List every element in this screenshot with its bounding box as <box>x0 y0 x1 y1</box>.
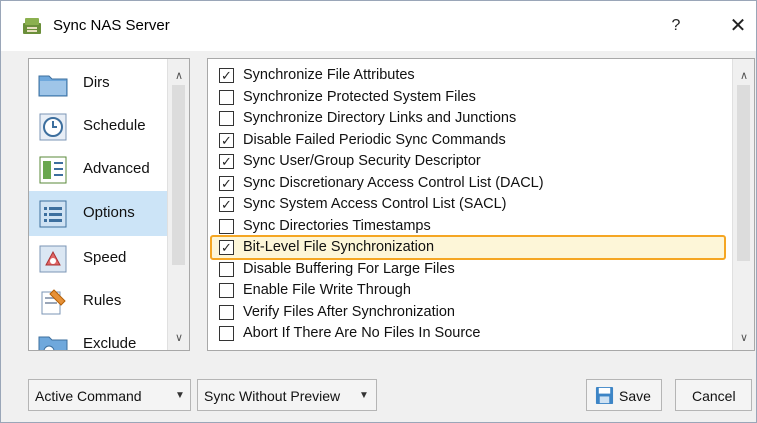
option-label: Synchronize File Attributes <box>243 67 415 83</box>
title-bar: Sync NAS Server ? ✕ <box>1 1 756 51</box>
option-row[interactable]: Verify Files After Synchronization <box>211 302 723 323</box>
scroll-thumb[interactable] <box>737 85 750 261</box>
rules-icon <box>41 289 66 315</box>
options-scrollbar[interactable]: ∧ ∨ <box>732 59 754 350</box>
option-label: Enable File Write Through <box>243 282 411 298</box>
save-button-label: Save <box>619 388 651 404</box>
dropdown-label: Sync Without Preview <box>204 388 341 404</box>
close-button[interactable]: ✕ <box>723 11 753 41</box>
exclude-icon <box>38 336 68 350</box>
option-checkbox[interactable]: ✓ <box>219 197 234 212</box>
option-label: Verify Files After Synchronization <box>243 303 455 320</box>
option-row[interactable]: ✓ Sync Discretionary Access Control List … <box>211 173 723 194</box>
folder-icon <box>38 75 68 97</box>
window-title: Sync NAS Server <box>53 17 170 34</box>
options-checklist[interactable]: ✓ Synchronize File Attributes Synchronize … <box>207 58 755 351</box>
option-label: Disable Buffering For Large Files <box>243 260 455 277</box>
sidebar-item-label: Exclude <box>83 335 137 351</box>
sidebar-item-label: Rules <box>83 292 122 309</box>
cancel-button[interactable]: Cancel <box>675 379 752 411</box>
option-checkbox[interactable] <box>219 89 234 105</box>
option-label: Sync Directories Timestamps <box>243 217 431 234</box>
sidebar-item-options[interactable]: Options <box>29 191 167 236</box>
bottom-toolbar: Active Command ▼ Sync Without Preview ▼ … <box>1 364 756 422</box>
sidebar-item-speed[interactable]: Speed <box>29 237 167 280</box>
option-row[interactable]: Synchronize Directory Links and Junction… <box>211 108 723 129</box>
option-label: Sync User/Group Security Descriptor <box>243 153 481 169</box>
option-checkbox[interactable] <box>219 283 234 298</box>
save-button[interactable]: Save <box>586 379 662 411</box>
chevron-down-icon: ▼ <box>359 390 369 401</box>
option-row[interactable]: ✓ Disable Failed Periodic Sync Commands <box>211 130 723 151</box>
option-label: Abort If There Are No Files In Source <box>243 325 481 341</box>
option-label: Sync System Access Control List (SACL) <box>243 196 507 212</box>
option-label: Sync Discretionary Access Control List (… <box>243 174 544 191</box>
floppy-disk-icon <box>595 386 614 405</box>
option-row[interactable]: ✓ Sync System Access Control List (SACL) <box>211 194 723 215</box>
option-row[interactable]: ✓ Synchronize File Attributes <box>211 65 723 86</box>
option-checkbox[interactable]: ✓ <box>219 154 234 169</box>
option-label: Disable Failed Periodic Sync Commands <box>243 131 506 148</box>
sync-preview-dropdown[interactable]: Sync Without Preview ▼ <box>197 379 377 411</box>
sidebar-item-exclude[interactable]: Exclude <box>29 323 167 351</box>
option-row[interactable]: ✓ Sync User/Group Security Descriptor <box>211 151 723 172</box>
option-row[interactable]: Synchronize Protected System Files <box>211 87 723 108</box>
dropdown-label: Active Command <box>35 388 142 404</box>
sidebar-item-label: Schedule <box>83 117 146 134</box>
option-row[interactable]: ✓ Bit-Level File Synchronization <box>210 235 726 260</box>
clock-icon <box>39 113 67 141</box>
option-label: Synchronize Protected System Files <box>243 88 476 105</box>
option-checkbox[interactable]: ✓ <box>219 240 234 255</box>
option-checkbox[interactable]: ✓ <box>219 132 234 148</box>
scroll-up-icon[interactable]: ∧ <box>733 65 754 87</box>
scroll-up-icon[interactable]: ∧ <box>168 65 189 87</box>
option-row[interactable]: Sync Directories Timestamps <box>211 216 723 237</box>
scroll-down-icon[interactable]: ∨ <box>168 327 189 349</box>
option-label: Synchronize Directory Links and Junction… <box>243 110 517 126</box>
option-row[interactable]: Disable Buffering For Large Files <box>211 259 723 280</box>
option-row[interactable]: Abort If There Are No Files In Source <box>211 323 723 344</box>
option-checkbox[interactable] <box>219 111 234 126</box>
active-command-dropdown[interactable]: Active Command ▼ <box>28 379 191 411</box>
option-checkbox[interactable] <box>219 326 234 341</box>
scroll-down-icon[interactable]: ∨ <box>733 327 754 349</box>
sidebar-item-dirs[interactable]: Dirs <box>29 62 167 105</box>
options-list-icon <box>39 200 67 228</box>
app-icon <box>23 18 41 34</box>
option-checkbox[interactable]: ✓ <box>219 175 234 191</box>
option-label: Bit-Level File Synchronization <box>243 239 435 255</box>
cancel-button-label: Cancel <box>692 388 736 404</box>
sidebar-list[interactable]: Dirs Schedule Advanced Options Speed Rul… <box>28 58 190 351</box>
scroll-thumb[interactable] <box>172 85 185 265</box>
advanced-icon <box>39 156 67 184</box>
sidebar-item-label: Options <box>83 204 135 221</box>
option-checkbox[interactable] <box>219 304 234 320</box>
sidebar-item-schedule[interactable]: Schedule <box>29 105 167 148</box>
chevron-down-icon: ▼ <box>175 390 185 401</box>
option-checkbox[interactable] <box>219 261 234 277</box>
option-row[interactable]: Enable File Write Through <box>211 280 723 301</box>
sidebar-item-advanced[interactable]: Advanced <box>29 148 167 191</box>
option-checkbox[interactable] <box>219 218 234 234</box>
sidebar-item-label: Advanced <box>83 160 150 177</box>
sidebar-item-label: Dirs <box>83 74 110 91</box>
option-checkbox[interactable]: ✓ <box>219 68 234 83</box>
sidebar-item-rules[interactable]: Rules <box>29 280 167 323</box>
speed-icon <box>39 245 67 273</box>
dialog-window: Sync NAS Server ? ✕ Dirs Schedule Advanc… <box>0 0 757 423</box>
sidebar-item-label: Speed <box>83 249 127 266</box>
sidebar-scrollbar[interactable]: ∧ ∨ <box>167 59 189 350</box>
help-button[interactable]: ? <box>661 11 691 41</box>
